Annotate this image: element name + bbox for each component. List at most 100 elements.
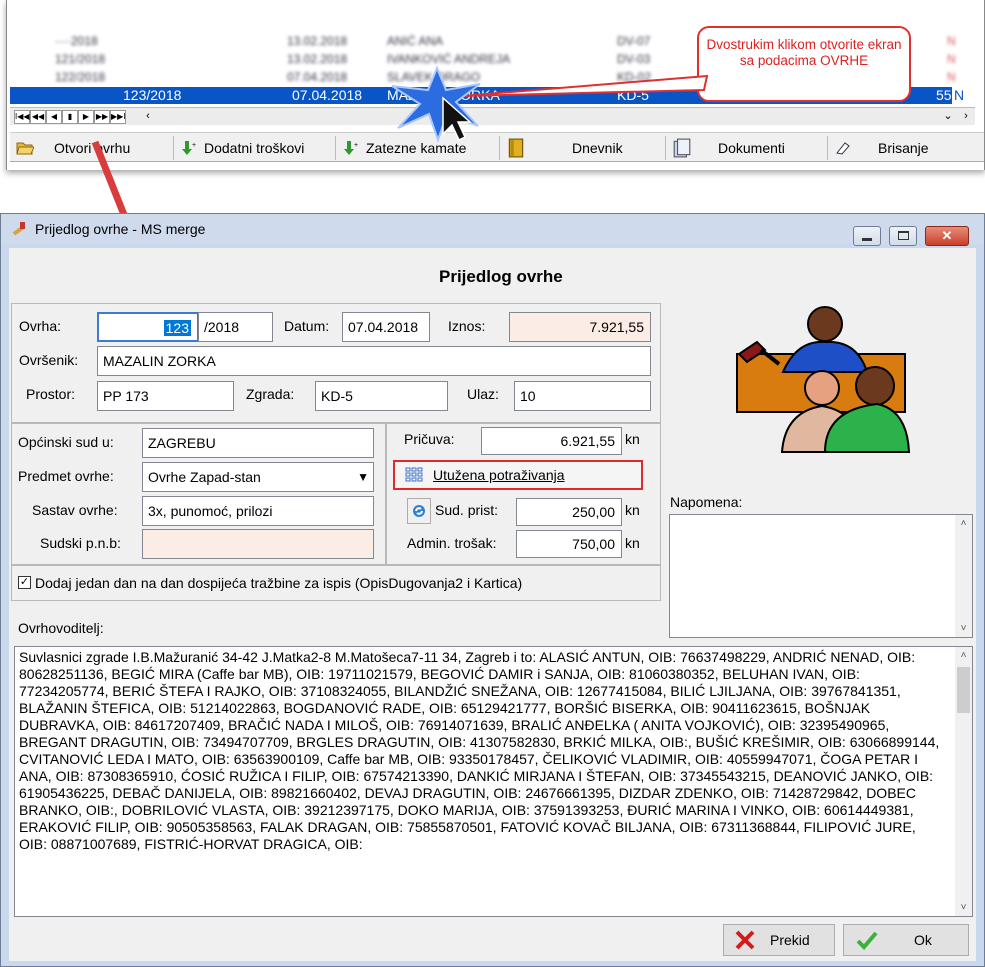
prostor-input[interactable]: PP 173	[97, 381, 234, 411]
napomena-label: Napomena:	[670, 494, 743, 510]
grid-toolbar: Otvori ovrhu + Dodatni troškovi + Zatezn…	[10, 132, 984, 162]
dialog-heading: Prijedlog ovrhe	[439, 267, 563, 286]
late-interest-button[interactable]: + Zatezne kamate	[342, 136, 500, 160]
documents-icon	[673, 138, 691, 158]
prekid-button[interactable]: Prekid	[723, 924, 835, 956]
window-client-area: Prijedlog ovrhe Ovrha: 123 /2018 Datum: …	[9, 248, 976, 961]
scroll-thumb[interactable]	[957, 667, 970, 713]
window-title: Prijedlog ovrhe - MS merge	[35, 221, 206, 237]
kn-label: kn	[625, 535, 640, 551]
scroll-down-icon[interactable]: ˅	[955, 899, 972, 916]
diary-label: Dnevnik	[572, 140, 623, 156]
scroll-left-icon[interactable]: ‹	[140, 110, 156, 124]
sud-prist-input[interactable]: 250,00	[516, 498, 622, 526]
predmet-ovrhe-select[interactable]: Ovrhe Zapad-stan ▼	[142, 462, 374, 492]
prekid-label: Prekid	[770, 932, 810, 948]
iznos-field: 7.921,55	[509, 312, 651, 342]
book-icon	[508, 138, 524, 158]
opcinski-sud-input[interactable]: ZAGREBU	[142, 428, 374, 458]
kn-label: kn	[625, 502, 640, 518]
ovrhovoditelj-scrollbar[interactable]: ˄ ˅	[955, 647, 972, 916]
scroll-down-icon[interactable]: ⌄	[940, 110, 956, 124]
grid-navigator: I◀◀ ◀◀ ◀ ▮ ▶ ▶▶ ▶▶I ‹ ⌄ ›	[10, 107, 975, 125]
maximize-button[interactable]	[889, 226, 917, 246]
delete-label: Brisanje	[878, 140, 929, 156]
row-building: KD-5	[617, 87, 649, 103]
last-page-icon[interactable]: ▶▶I	[110, 110, 126, 124]
row-date: 07.04.2018	[292, 87, 363, 103]
prijedlog-ovrhe-window: Prijedlog ovrhe - MS merge ✕ Prijedlog o…	[0, 213, 985, 967]
court-hearing-illustration	[736, 306, 911, 453]
pricuva-input[interactable]: 6.921,55	[481, 427, 622, 455]
eraser-icon	[836, 142, 850, 155]
napomena-scrollbar[interactable]: ˄ ˅	[955, 515, 972, 637]
ovrsenik-label: Ovršenik:	[19, 352, 79, 368]
ovrha-number-input[interactable]: 123	[97, 312, 199, 342]
extra-costs-label: Dodatni troškovi	[204, 140, 305, 156]
grid-icon	[405, 467, 423, 482]
refresh-button[interactable]	[407, 498, 431, 524]
kn-label: kn	[625, 431, 640, 447]
ovrha-year-field: /2018	[198, 312, 273, 342]
admin-trosak-input[interactable]: 750,00	[516, 530, 622, 558]
extra-costs-button[interactable]: + Dodatni troškovi	[180, 136, 336, 160]
scroll-up-icon[interactable]: ˄	[955, 647, 972, 664]
opcinski-sud-label: Općinski sud u:	[18, 434, 114, 450]
prev-record-icon[interactable]: ◀	[46, 110, 62, 124]
screenshot-stage: ····2018 13.02.2018 ANIĆ ANA DV-07 N 121/201…	[0, 0, 985, 967]
first-page-icon[interactable]: I◀◀	[14, 110, 30, 124]
window-titlebar: Prijedlog ovrhe - MS merge ✕	[1, 214, 984, 246]
sudski-pnb-label: Sudski p.n.b:	[40, 535, 121, 551]
refresh-icon	[413, 505, 425, 517]
admin-trosak-label: Admin. trošak:	[407, 535, 497, 551]
close-button[interactable]: ✕	[925, 226, 969, 246]
row-debtor: MAZALIN ZORKA	[387, 87, 500, 103]
instruction-callout: Dvostrukim klikom otvorite ekran sa poda…	[697, 26, 911, 102]
documents-button[interactable]: Dokumenti	[672, 136, 828, 160]
dropdown-arrow-icon: ▼	[357, 470, 369, 484]
row-number: 123/2018	[123, 87, 182, 103]
ovrhovoditelj-label: Ovrhovoditelj:	[18, 620, 104, 636]
ovrsenik-input[interactable]: MAZALIN ZORKA	[97, 346, 651, 376]
utuzena-label: Utužena potraživanja	[433, 467, 565, 483]
sastav-ovrhe-input[interactable]: 3x, punomoć, prilozi	[142, 496, 374, 526]
datum-label: Datum:	[284, 318, 330, 334]
dan-dospijeca-checkbox[interactable]: ✓	[18, 576, 31, 589]
predmet-ovrhe-label: Predmet ovrhe:	[18, 468, 114, 484]
folder-open-icon	[16, 142, 34, 155]
green-arrow-down-icon: +	[182, 141, 196, 155]
sastav-ovrhe-label: Sastav ovrhe:	[32, 502, 118, 518]
scroll-down-icon[interactable]: ˅	[955, 620, 972, 637]
delete-button[interactable]: Brisanje	[834, 136, 984, 160]
utuzena-potrazivanja-button[interactable]: Utužena potraživanja	[393, 460, 643, 490]
open-ovrha-label: Otvori ovrhu	[54, 140, 131, 156]
diary-button[interactable]: Dnevnik	[506, 136, 666, 160]
next-record-icon[interactable]: ▶	[78, 110, 94, 124]
scroll-up-icon[interactable]: ˄	[955, 515, 972, 532]
minimize-icon	[862, 238, 872, 241]
minimize-button[interactable]	[853, 226, 881, 246]
ovrhovoditelj-text: Suvlasnici zgrade I.B.Mažuranić 34-42 J.…	[19, 649, 940, 852]
ovrhovoditelj-textarea[interactable]: Suvlasnici zgrade I.B.Mažuranić 34-42 J.…	[14, 646, 973, 917]
zgrada-input[interactable]: KD-5	[315, 381, 448, 411]
napomena-textarea[interactable]: ˄ ˅	[669, 514, 973, 638]
checkbox-label: Dodaj jedan dan na dan dospijeća tražbin…	[35, 575, 523, 591]
ulaz-label: Ulaz:	[467, 386, 499, 402]
open-ovrha-button[interactable]: Otvori ovrhu	[16, 136, 174, 160]
next-page-icon[interactable]: ▶▶	[94, 110, 110, 124]
scroll-right-icon[interactable]: ›	[958, 110, 974, 124]
iznos-label: Iznos:	[448, 318, 486, 334]
prev-page-icon[interactable]: ◀◀	[30, 110, 46, 124]
zgrada-label: Zgrada:	[246, 386, 295, 402]
datum-input[interactable]: 07.04.2018	[342, 312, 430, 342]
pricuva-label: Pričuva:	[404, 431, 455, 447]
gavel-app-icon	[12, 222, 25, 236]
checkmark-icon	[856, 931, 878, 950]
record-marker-icon[interactable]: ▮	[62, 110, 78, 124]
ulaz-input[interactable]: 10	[514, 381, 651, 411]
svg-text:+: +	[354, 142, 358, 149]
green-arrow-down-icon: +	[344, 141, 358, 155]
sudski-pnb-input[interactable]	[142, 529, 374, 559]
ok-button[interactable]: Ok	[843, 924, 969, 956]
close-icon: ✕	[941, 228, 953, 243]
